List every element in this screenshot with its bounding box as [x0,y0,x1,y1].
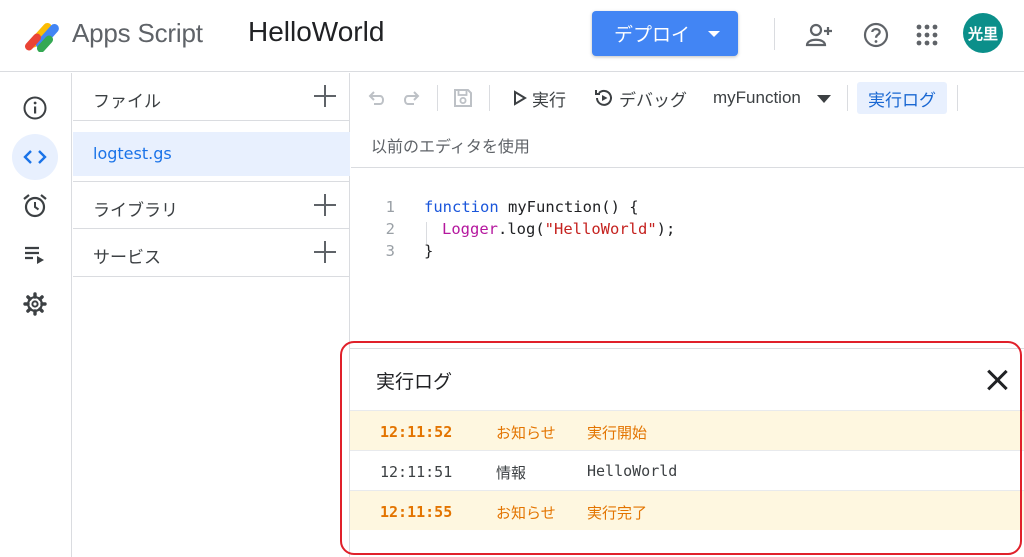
help-icon[interactable] [861,20,891,50]
log-level: 情報 [496,464,527,482]
person-add-icon[interactable] [804,20,834,50]
chevron-down-icon[interactable] [817,95,831,103]
save-icon[interactable] [451,86,475,110]
string-token: "HelloWorld" [544,220,657,238]
log-row: 12:11:52 お知らせ 実行開始 [350,410,1024,450]
log-level: お知らせ [496,504,556,522]
debug-button[interactable]: デバッグ [619,86,687,111]
line-source: Logger.log("HelloWorld"); [442,220,675,238]
keyword-token: function [424,198,499,216]
deploy-button[interactable]: デプロイ [592,11,738,56]
gear-icon [23,292,47,316]
code-icon [23,150,47,164]
libraries-section: ライブラリ [73,181,350,229]
apps-script-logo[interactable] [22,14,64,52]
rail-editor[interactable] [12,134,58,180]
editor-divider [351,167,1024,168]
code-token: .log( [498,220,545,238]
play-icon[interactable] [511,88,529,108]
files-section: ファイル [73,73,350,121]
toolbar-divider [957,85,958,111]
app-name: Apps Script [72,18,203,48]
log-level: お知らせ [496,424,556,442]
object-token: Logger [442,220,498,238]
chevron-down-icon[interactable] [708,31,720,37]
header-divider [774,18,775,50]
log-message: 実行開始 [587,424,648,442]
legacy-editor-link[interactable]: 以前のエディタを使用 [371,133,530,157]
file-name: logtest.gs [93,144,172,163]
toolbar-divider [489,85,490,111]
avatar[interactable]: 光里 [963,13,1003,53]
function-select[interactable]: myFunction [713,88,801,108]
files-title: ファイル [93,92,161,112]
project-name[interactable]: HelloWorld [248,16,384,48]
rail-overview[interactable] [12,85,58,131]
redo-icon[interactable] [399,86,423,110]
log-message: HelloWorld [587,462,678,480]
close-icon[interactable] [986,369,1008,391]
undo-icon[interactable] [365,86,389,110]
indent-guide [426,222,427,244]
execution-log-panel: 実行ログ 12:11:52 お知らせ 実行開始 12:11:51 情報 Hell… [350,348,1024,538]
log-time: 12:11:55 [380,503,453,521]
line-number: 1 [385,198,395,216]
toolbar-divider [437,85,438,111]
rail-triggers[interactable] [12,183,58,229]
code-token: myFunction() { [498,198,639,216]
add-service-icon[interactable] [314,241,336,263]
files-panel: ファイル logtest.gs ライブラリ サービス [73,73,350,557]
file-item-logtest[interactable]: logtest.gs [73,132,350,176]
log-row: 12:11:51 情報 HelloWorld [350,450,1024,490]
apps-grid-icon[interactable] [912,20,942,50]
executions-icon [25,246,44,264]
line-source: function myFunction() { [424,198,639,216]
log-time: 12:11:51 [380,463,453,481]
editor-toolbar: 実行 デバッグ myFunction 実行ログ [351,73,1024,123]
top-header: Apps Script HelloWorld デプロイ 光里 [0,0,1024,72]
libraries-title: ライブラリ [93,201,178,221]
add-file-icon[interactable] [314,85,336,107]
debug-icon[interactable] [593,87,615,109]
code-line: 1 function myFunction() { [351,198,1024,220]
alarm-icon [23,194,47,218]
line-number: 2 [385,220,395,238]
info-icon [23,96,47,120]
code-line: 3 } [351,242,1024,264]
log-message: 実行完了 [587,504,648,522]
deploy-button-label: デプロイ [614,24,691,46]
line-number: 3 [385,242,395,260]
execution-log-toggle[interactable]: 実行ログ [857,82,947,114]
run-button[interactable]: 実行 [532,86,566,111]
log-time: 12:11:52 [380,423,453,441]
code-token: ); [656,220,676,238]
services-title: サービス [93,248,161,268]
log-panel-title: 実行ログ [376,371,453,393]
toolbar-divider [847,85,848,111]
services-section: サービス [73,229,350,277]
log-row: 12:11:55 お知らせ 実行完了 [350,490,1024,530]
rail-executions[interactable] [12,231,58,277]
rail-settings[interactable] [12,281,58,327]
add-library-icon[interactable] [314,194,336,216]
line-source: } [424,242,434,260]
left-nav-rail [0,73,72,557]
code-line: 2 Logger.log("HelloWorld"); [351,220,1024,242]
